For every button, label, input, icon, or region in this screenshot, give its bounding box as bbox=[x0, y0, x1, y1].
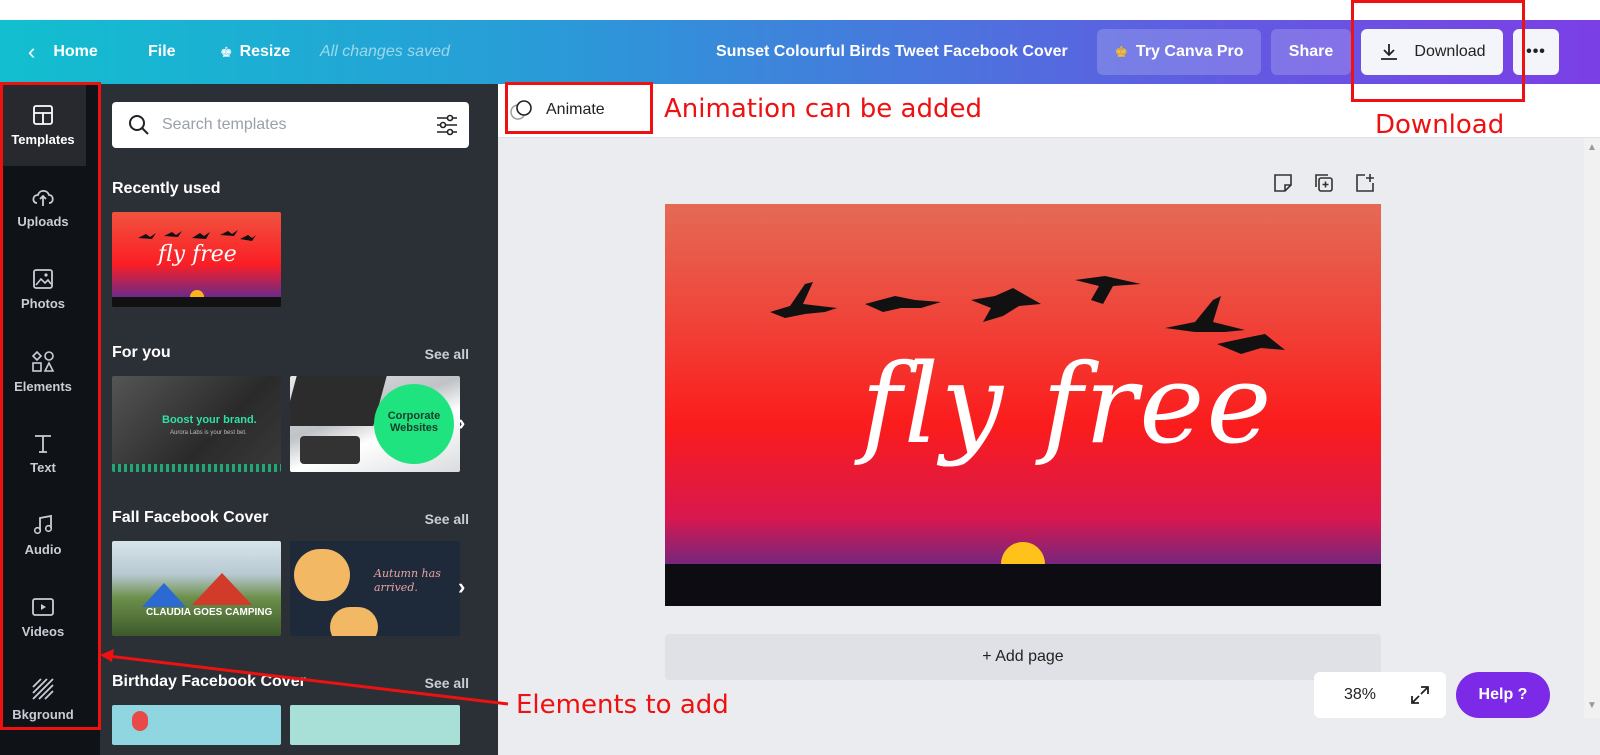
template-thumb-autumn[interactable]: Autumn has arrived. bbox=[290, 541, 460, 636]
chevron-left-icon: ‹ bbox=[28, 39, 36, 64]
chevron-right-icon[interactable]: › bbox=[458, 410, 465, 436]
section-heading-for-you: For you bbox=[112, 344, 171, 361]
filter-sliders-icon[interactable] bbox=[435, 114, 459, 136]
recent-template-thumb[interactable]: fly free bbox=[112, 212, 281, 307]
share-label: Share bbox=[1288, 43, 1334, 60]
camping-thumb-text: CLAUDIA GOES CAMPING bbox=[146, 607, 273, 618]
home-label: Home bbox=[53, 43, 98, 60]
scroll-down-arrow-icon[interactable]: ▼ bbox=[1587, 700, 1597, 711]
try-canva-pro-button[interactable]: ♚ Try Canva Pro bbox=[1097, 29, 1261, 75]
notes-icon[interactable] bbox=[1272, 172, 1294, 194]
zoom-level: 38% bbox=[1344, 686, 1377, 703]
add-page-icon[interactable] bbox=[1354, 172, 1376, 194]
annotation-box-animate bbox=[505, 82, 653, 134]
recent-thumb-text: fly free bbox=[158, 242, 237, 267]
more-icon: ••• bbox=[1526, 43, 1546, 60]
phone-shape bbox=[300, 436, 360, 464]
recently-used-heading: Recently used bbox=[112, 180, 221, 197]
try-pro-label: Try Canva Pro bbox=[1135, 43, 1244, 60]
horizon-shape bbox=[112, 297, 281, 307]
save-status: All changes saved bbox=[320, 43, 450, 60]
annotation-elements-text: Elements to add bbox=[516, 690, 729, 720]
document-title[interactable]: Sunset Colourful Birds Tweet Facebook Co… bbox=[716, 20, 1068, 84]
fullscreen-expand-icon[interactable] bbox=[1410, 685, 1430, 705]
search-icon bbox=[129, 115, 149, 135]
search-templates-field[interactable]: Search templates bbox=[112, 102, 469, 148]
template-thumb-birthday-1[interactable] bbox=[112, 705, 281, 745]
file-menu-button[interactable]: File bbox=[148, 20, 176, 84]
zoom-control[interactable]: 38% bbox=[1314, 672, 1446, 718]
resize-label: Resize bbox=[239, 43, 291, 60]
vertical-scrollbar[interactable]: ▲ ▼ bbox=[1584, 138, 1600, 718]
horizon-shape bbox=[665, 564, 1381, 606]
stripe-shape bbox=[112, 464, 281, 472]
scroll-up-arrow-icon[interactable]: ▲ bbox=[1587, 142, 1597, 153]
pumpkin-shape bbox=[330, 607, 378, 636]
boost-thumb-subtext: Aurora Labs is your best bet. bbox=[170, 430, 247, 436]
duplicate-page-icon[interactable] bbox=[1313, 172, 1335, 194]
template-thumb-corporate[interactable]: Corporate Websites bbox=[290, 376, 460, 472]
help-button[interactable]: Help ? bbox=[1456, 672, 1550, 718]
annotation-box-elements bbox=[0, 82, 101, 730]
search-placeholder: Search templates bbox=[162, 116, 287, 133]
annotation-animation-text: Animation can be added bbox=[664, 94, 982, 124]
tent-shape bbox=[142, 583, 186, 607]
see-all-fall[interactable]: See all bbox=[425, 511, 469, 527]
annotation-box-download bbox=[1351, 0, 1525, 102]
pumpkin-shape bbox=[294, 549, 350, 601]
laptop-shape bbox=[290, 376, 387, 426]
see-all-for-you[interactable]: See all bbox=[425, 346, 469, 362]
balloon-shape bbox=[132, 711, 148, 731]
file-label: File bbox=[148, 43, 176, 60]
design-headline-text[interactable]: fly free bbox=[861, 344, 1274, 464]
template-thumb-birthday-2[interactable] bbox=[290, 705, 460, 745]
template-thumb-boost-brand[interactable]: Boost your brand. Aurora Labs is your be… bbox=[112, 376, 281, 472]
template-thumb-camping[interactable]: CLAUDIA GOES CAMPING bbox=[112, 541, 281, 636]
sun-shape bbox=[190, 290, 204, 297]
corporate-thumb-text: Corporate Websites bbox=[387, 410, 441, 434]
crown-icon: ♚ bbox=[1114, 44, 1128, 61]
section-heading-fall: Fall Facebook Cover bbox=[112, 509, 269, 526]
sun-shape bbox=[1001, 542, 1045, 564]
autumn-thumb-text: Autumn has arrived. bbox=[374, 567, 441, 594]
resize-button[interactable]: ♚ Resize bbox=[220, 20, 290, 84]
crown-icon: ♚ bbox=[220, 43, 233, 60]
annotation-arrow bbox=[100, 649, 509, 706]
add-page-button[interactable]: + Add page bbox=[665, 634, 1381, 680]
home-button[interactable]: ‹ Home bbox=[28, 20, 98, 84]
share-button[interactable]: Share bbox=[1271, 29, 1351, 75]
chevron-right-icon[interactable]: › bbox=[458, 574, 465, 600]
annotation-download-text: Download bbox=[1375, 110, 1505, 140]
tent-shape bbox=[192, 573, 252, 605]
boost-thumb-text: Boost your brand. bbox=[162, 414, 257, 426]
design-canvas[interactable]: fly free bbox=[665, 204, 1381, 606]
